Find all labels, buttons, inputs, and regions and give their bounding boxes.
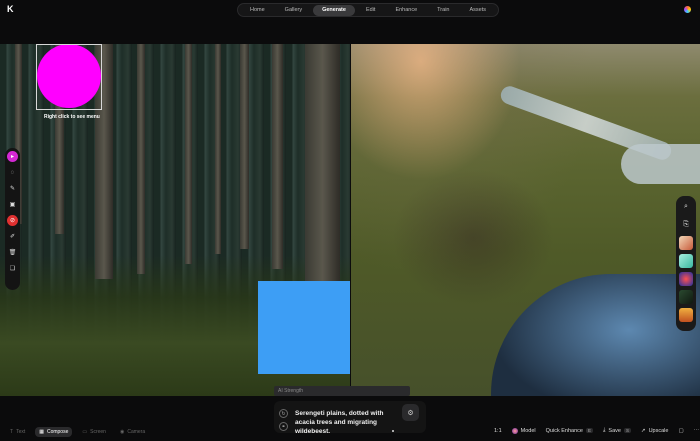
save-icon: ⤓ bbox=[602, 427, 606, 433]
app-logo[interactable]: K bbox=[7, 5, 15, 14]
text-cursor bbox=[392, 430, 394, 432]
nav-edit[interactable]: Edit bbox=[357, 5, 384, 16]
action-bar: 1:1 Model Quick Enhance E ⤓ Save S ➚ Upscale… bbox=[494, 427, 699, 434]
nav-generate[interactable]: Generate bbox=[313, 5, 355, 16]
tree-trunk bbox=[240, 44, 249, 249]
mode-tab-text[interactable]: T Text bbox=[6, 427, 29, 437]
left-toolbar: ▸ ◌ ✎ ▣ ⊘ ✐ 🗑 ❏ bbox=[5, 148, 20, 290]
mode-tab-label: Compose bbox=[46, 429, 69, 435]
trash-icon[interactable]: 🗑 bbox=[7, 247, 18, 258]
thumbnail-3[interactable] bbox=[679, 272, 693, 286]
save-label: Save bbox=[608, 427, 621, 434]
upscale-label: Upscale bbox=[648, 427, 669, 434]
bottom-bar: T Text ▦ Compose ▭ Screen ◉ Camera ↻ ⚭ Seren… bbox=[0, 396, 700, 441]
tree-trunk bbox=[215, 44, 221, 254]
tree-trunk bbox=[305, 44, 340, 284]
sliders-icon: ⚙ bbox=[407, 409, 414, 417]
eraser-icon[interactable]: ⊘ bbox=[7, 215, 18, 226]
river-pool bbox=[621, 144, 700, 184]
copy-icon[interactable]: ⎘ bbox=[679, 218, 693, 232]
blue-square-shape[interactable] bbox=[258, 281, 350, 374]
tree-trunk bbox=[272, 44, 283, 269]
model-button[interactable]: Model bbox=[511, 427, 536, 434]
aspect-ratio-label: 1:1 bbox=[494, 427, 502, 434]
mode-tabs: T Text ▦ Compose ▭ Screen ◉ Camera bbox=[6, 427, 149, 437]
thumbnail-2[interactable] bbox=[679, 254, 693, 268]
main-nav: Home Gallery Generate Edit Enhance Train… bbox=[237, 3, 499, 17]
canvas-area[interactable]: Right click to see menu ⌕ ⎘ bbox=[0, 44, 700, 396]
shortcut-badge: E bbox=[585, 428, 593, 433]
model-label: Model bbox=[520, 427, 536, 434]
more-button[interactable]: ⋯ bbox=[694, 428, 700, 434]
user-avatar[interactable] bbox=[684, 6, 691, 13]
mode-tab-label: Text bbox=[16, 429, 26, 435]
mode-tab-screen[interactable]: ▭ Screen bbox=[78, 427, 110, 437]
aspect-ratio-button[interactable]: 1:1 bbox=[494, 428, 502, 434]
image-icon[interactable]: ▣ bbox=[7, 199, 18, 210]
serengeti-image[interactable] bbox=[351, 44, 700, 396]
upscale-icon: ➚ bbox=[640, 427, 646, 434]
brush-icon[interactable]: ✎ bbox=[7, 183, 18, 194]
mode-tab-label: Camera bbox=[127, 429, 146, 435]
search-icon[interactable]: ⌕ bbox=[679, 200, 693, 214]
link-icon[interactable]: ⚭ bbox=[279, 422, 288, 431]
mode-tab-camera[interactable]: ◉ Camera bbox=[116, 427, 149, 437]
top-bar: K Home Gallery Generate Edit Enhance Tra… bbox=[0, 0, 700, 20]
text-icon: T bbox=[10, 429, 14, 435]
ai-strength-slider[interactable]: AI Strength bbox=[274, 386, 410, 396]
save-button[interactable]: ⤓ Save S bbox=[603, 427, 631, 434]
pointer-icon[interactable]: ▸ bbox=[7, 151, 18, 162]
right-rail: ⌕ ⎘ bbox=[676, 196, 696, 331]
layers-icon[interactable]: ❏ bbox=[7, 263, 18, 274]
ai-strength-label: AI Strength bbox=[278, 388, 304, 394]
refresh-icon[interactable]: ↻ bbox=[279, 409, 288, 418]
selection-box[interactable] bbox=[36, 44, 102, 110]
tree-trunk bbox=[137, 44, 145, 274]
camera-icon: ◉ bbox=[119, 429, 125, 435]
nav-gallery[interactable]: Gallery bbox=[276, 5, 311, 16]
thumbnail-5[interactable] bbox=[679, 308, 693, 322]
nav-home[interactable]: Home bbox=[241, 5, 274, 16]
shortcut-badge: S bbox=[623, 428, 631, 433]
nav-assets[interactable]: Assets bbox=[460, 5, 495, 16]
compose-icon: ▦ bbox=[39, 429, 44, 435]
screen-icon: ▭ bbox=[82, 429, 88, 435]
tree-trunk bbox=[185, 44, 192, 264]
quick-enhance-label: Quick Enhance bbox=[545, 427, 583, 434]
model-icon bbox=[511, 427, 518, 434]
lake bbox=[491, 274, 700, 396]
more-icon: ⋯ bbox=[693, 427, 700, 434]
upscale-button[interactable]: ➚ Upscale bbox=[641, 428, 668, 434]
pen-icon[interactable]: ✐ bbox=[7, 231, 18, 242]
nav-train[interactable]: Train bbox=[428, 5, 458, 16]
thumbnail-1[interactable] bbox=[679, 236, 693, 250]
mode-tab-compose[interactable]: ▦ Compose bbox=[35, 427, 73, 437]
fullscreen-icon: ▢ bbox=[678, 427, 684, 434]
lasso-icon[interactable]: ◌ bbox=[7, 167, 18, 178]
prompt-input[interactable]: Serengeti plains, dotted with acacia tre… bbox=[295, 409, 400, 436]
quick-enhance-button[interactable]: Quick Enhance E bbox=[546, 428, 593, 434]
fullscreen-button[interactable]: ▢ bbox=[678, 428, 683, 434]
mode-tab-label: Screen bbox=[90, 429, 106, 435]
nav-enhance[interactable]: Enhance bbox=[386, 5, 426, 16]
thumbnail-4[interactable] bbox=[679, 290, 693, 304]
context-menu-hint: Right click to see menu bbox=[44, 114, 100, 120]
prompt-settings-button[interactable]: ⚙ bbox=[402, 404, 419, 421]
